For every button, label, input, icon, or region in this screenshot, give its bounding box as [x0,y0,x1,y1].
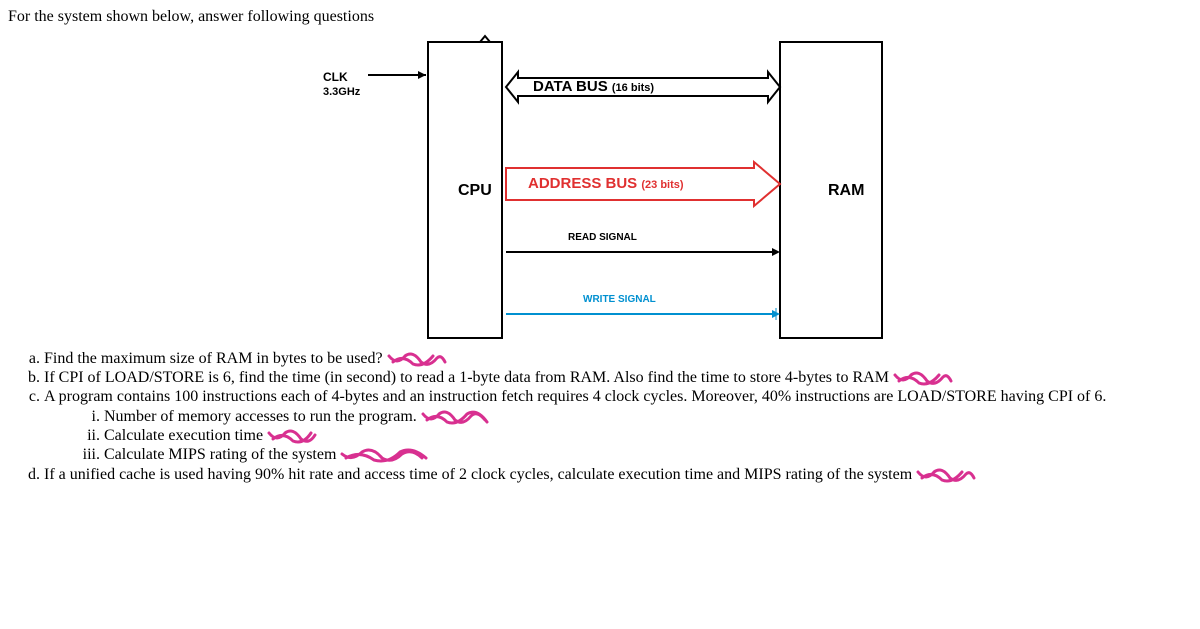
question-c: A program contains 100 instructions each… [44,388,1192,464]
question-a: Find the maximum size of RAM in bytes to… [44,350,1192,368]
redaction-scribble [387,352,447,366]
read-signal-label: READ SIGNAL [568,232,637,243]
clk-label: CLK [323,70,348,84]
clk-freq: 3.3GHz [323,86,360,98]
redaction-scribble [421,410,481,424]
address-bus-label: ADDRESS BUS (23 bits) [528,175,684,192]
redaction-scribble [267,429,327,443]
write-signal-label: WRITE SIGNAL [583,294,656,305]
cpu-label: CPU [458,182,492,200]
ram-label: RAM [828,182,864,200]
intro-text: For the system shown below, answer follo… [8,8,1192,26]
redaction-scribble [916,468,976,482]
redaction-scribble [340,448,400,462]
question-c-i: Number of memory accesses to run the pro… [104,408,1192,426]
redaction-scribble [893,371,953,385]
question-c-sublist: Number of memory accesses to run the pro… [44,408,1192,464]
clk-labels: CLK 3.3GHz [323,70,360,98]
question-b: If CPI of LOAD/STORE is 6, find the time… [44,369,1192,387]
system-diagram: CLK 3.3GHz CPU RAM DATA BUS (16 bits) AD… [328,32,908,342]
data-bus-label: DATA BUS (16 bits) [533,78,654,95]
question-list: Find the maximum size of RAM in bytes to… [8,350,1192,484]
question-c-ii: Calculate execution time [104,427,1192,445]
question-c-iii: Calculate MIPS rating of the system [104,446,1192,464]
question-d: If a unified cache is used having 90% hi… [44,466,1192,484]
